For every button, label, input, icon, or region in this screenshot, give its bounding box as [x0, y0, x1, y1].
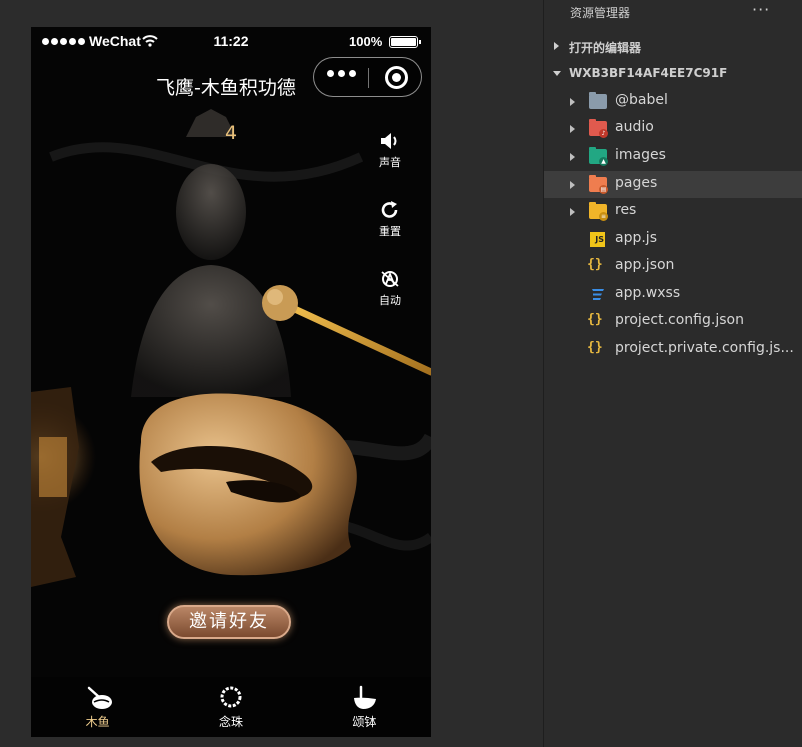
page-title: 飞鹰-木鱼积功德 [156, 77, 296, 99]
folder-icon [589, 92, 607, 109]
file-explorer-panel: 资源管理器 ··· 打开的编辑器 WXB3BF14AF4EE7C91F @bab… [543, 0, 802, 747]
json-file-icon: {} [587, 312, 603, 327]
status-bar: WeChat 11:22 100% [31, 27, 431, 57]
tree-item-label: app.wxss [615, 285, 681, 301]
chevron-right-icon [570, 125, 575, 133]
chevron-right-icon [570, 153, 575, 161]
speaker-icon [381, 133, 397, 149]
tab-label-wooden-fish: 木鱼 [85, 715, 110, 729]
project-root-section[interactable]: WXB3BF14AF4EE7C91F [544, 60, 802, 87]
tree-item-babel[interactable]: @babel [544, 88, 802, 115]
auto-button[interactable]: 自动 [374, 269, 406, 308]
css-file-icon [592, 289, 604, 300]
auto-icon [381, 271, 399, 287]
tree-item-app-json[interactable]: {} app.json [544, 253, 802, 280]
tree-item-label: @babel [615, 92, 668, 108]
reset-label: 重置 [379, 225, 401, 238]
miniprogram-capsule [313, 57, 422, 97]
tab-wooden-fish[interactable]: 木鱼 [31, 677, 164, 737]
pages-folder-icon: ▤ [589, 175, 608, 194]
json-file-icon: {} [587, 257, 603, 272]
tree-item-audio[interactable]: ♪ audio [544, 115, 802, 142]
battery-icon [389, 36, 421, 48]
sound-label: 声音 [379, 156, 401, 169]
open-editors-section[interactable]: 打开的编辑器 [544, 33, 802, 60]
audio-folder-icon: ♪ [589, 119, 608, 138]
tree-item-images[interactable]: ▲ images [544, 143, 802, 170]
tree-item-label: images [615, 147, 666, 163]
explorer-header: 资源管理器 ··· [544, 0, 802, 28]
open-editors-label: 打开的编辑器 [569, 41, 642, 55]
res-folder-icon: ≡ [589, 202, 608, 221]
expand-arrow-icon [553, 71, 561, 76]
chevron-right-icon [570, 181, 575, 189]
tree-item-project-private-config[interactable]: {} project.private.config.js... [544, 336, 802, 363]
json-file-icon: {} [587, 340, 603, 355]
tree-item-app-js[interactable]: JS app.js [544, 226, 802, 253]
js-file-icon: JS [590, 232, 605, 247]
collapse-arrow-icon [554, 42, 559, 50]
refresh-icon [381, 201, 398, 218]
tree-item-app-wxss[interactable]: app.wxss [544, 281, 802, 308]
tab-singing-bowl[interactable]: 颂钵 [298, 677, 431, 737]
merit-counter: 4 [224, 122, 238, 144]
project-name: WXB3BF14AF4EE7C91F [569, 66, 728, 80]
wooden-fish-scene[interactable] [31, 97, 431, 677]
reset-button[interactable]: 重置 [374, 200, 406, 239]
explorer-title: 资源管理器 [570, 6, 631, 20]
auto-label: 自动 [379, 294, 401, 307]
close-target-button[interactable] [385, 66, 408, 89]
tree-item-label: project.private.config.js... [615, 340, 794, 356]
tree-item-res[interactable]: ≡ res [544, 198, 802, 225]
more-menu-button[interactable] [327, 70, 356, 77]
images-folder-icon: ▲ [589, 147, 608, 166]
phone-screen: WeChat 11:22 100% 飞鹰-木鱼积功德 4 声音 重置 自动 邀请… [31, 27, 431, 737]
tree-item-pages[interactable]: ▤ pages [544, 171, 802, 198]
chevron-right-icon [570, 208, 575, 216]
beads-icon [220, 686, 242, 708]
capsule-divider [368, 68, 369, 88]
tab-bar: 木鱼 念珠 颂钵 [31, 677, 431, 737]
tree-item-label: project.config.json [615, 312, 744, 328]
more-actions-button[interactable]: ··· [752, 0, 770, 19]
tree-item-label: audio [615, 119, 654, 135]
battery-percent: 100% [349, 34, 383, 49]
chevron-right-icon [570, 98, 575, 106]
tab-label-beads: 念珠 [218, 715, 243, 729]
tree-item-label: app.js [615, 230, 657, 246]
simulator-area: WeChat 11:22 100% 飞鹰-木鱼积功德 4 声音 重置 自动 邀请… [0, 0, 543, 747]
tree-item-label: app.json [615, 257, 675, 273]
wooden-fish-icon [87, 686, 112, 709]
tab-beads[interactable]: 念珠 [164, 677, 297, 737]
invite-friends-button[interactable]: 邀请好友 [167, 605, 291, 639]
sound-button[interactable]: 声音 [374, 131, 406, 170]
singing-bowl-icon [354, 685, 377, 709]
tree-item-project-config[interactable]: {} project.config.json [544, 308, 802, 335]
tab-label-singing-bowl: 颂钵 [352, 715, 377, 729]
tree-item-label: res [615, 202, 637, 218]
tree-item-label: pages [615, 175, 658, 191]
